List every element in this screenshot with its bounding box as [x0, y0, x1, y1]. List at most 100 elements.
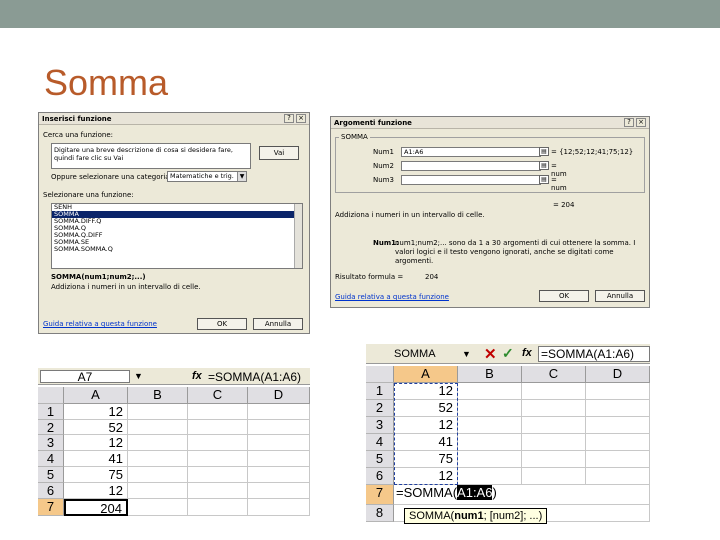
row-header[interactable]: 4 [366, 434, 394, 451]
cell[interactable] [128, 404, 188, 420]
cell[interactable] [188, 499, 248, 516]
cell[interactable] [458, 417, 522, 434]
cell[interactable] [128, 435, 188, 451]
cell[interactable] [458, 468, 522, 485]
cell[interactable] [458, 434, 522, 451]
row-header[interactable]: 3 [366, 417, 394, 434]
cell[interactable] [248, 435, 310, 451]
cell[interactable]: 12 [64, 483, 128, 499]
cell[interactable] [458, 383, 522, 400]
function-list[interactable]: SENH SOMMA SOMMA.DIFF.Q SOMMA.Q SOMMA.Q.… [51, 203, 303, 269]
ok-button[interactable]: OK [539, 290, 589, 302]
cell[interactable]: 12 [394, 383, 458, 400]
column-header[interactable]: A [394, 366, 458, 383]
help-link[interactable]: Guida relativa a questa funzione [335, 293, 449, 301]
cell[interactable]: 12 [64, 435, 128, 451]
cell[interactable] [586, 400, 650, 417]
close-icon[interactable]: × [636, 118, 646, 127]
cell[interactable]: 41 [64, 451, 128, 467]
cell[interactable] [586, 434, 650, 451]
cell[interactable] [522, 400, 586, 417]
column-header[interactable]: C [188, 387, 248, 404]
cell[interactable] [188, 483, 248, 499]
active-cell[interactable]: 204 [64, 499, 128, 516]
cell[interactable]: 12 [394, 468, 458, 485]
cell[interactable] [586, 451, 650, 468]
cancel-icon[interactable]: ✕ [484, 345, 497, 363]
cell[interactable] [522, 434, 586, 451]
list-item[interactable]: SOMMA.Q.DIFF [52, 232, 302, 239]
cell[interactable]: 12 [394, 417, 458, 434]
cell[interactable] [128, 451, 188, 467]
cell[interactable] [522, 451, 586, 468]
column-header[interactable]: B [128, 387, 188, 404]
row-header[interactable]: 6 [366, 468, 394, 485]
cell[interactable] [128, 499, 188, 516]
cell[interactable] [248, 499, 310, 516]
list-item[interactable]: SOMMA.SOMMA.Q [52, 246, 302, 253]
row-header[interactable]: 2 [38, 420, 64, 435]
cell[interactable] [188, 435, 248, 451]
cell[interactable]: 52 [394, 400, 458, 417]
cell[interactable]: 75 [394, 451, 458, 468]
cell[interactable] [248, 467, 310, 483]
cancel-button[interactable]: Annulla [595, 290, 645, 302]
num2-input[interactable] [401, 161, 541, 171]
cell[interactable] [586, 468, 650, 485]
editing-cell[interactable]: =SOMMA(A1:A6) [394, 485, 650, 505]
cell[interactable] [458, 451, 522, 468]
cell[interactable] [586, 417, 650, 434]
name-box[interactable]: SOMMA [394, 348, 436, 360]
name-box[interactable]: A7 [40, 370, 130, 383]
chevron-down-icon[interactable]: ▼ [237, 172, 246, 181]
cell[interactable] [522, 383, 586, 400]
cell[interactable] [188, 451, 248, 467]
select-all-corner[interactable] [38, 387, 64, 404]
num3-input[interactable] [401, 175, 541, 185]
list-item[interactable]: SOMMA.DIFF.Q [52, 218, 302, 225]
cell[interactable] [522, 468, 586, 485]
row-header[interactable]: 2 [366, 400, 394, 417]
cell[interactable]: 41 [394, 434, 458, 451]
category-select[interactable]: Matematiche e trig. ▼ [167, 171, 247, 182]
row-header[interactable]: 1 [366, 383, 394, 400]
chevron-down-icon[interactable]: ▼ [462, 349, 471, 359]
cell[interactable] [248, 483, 310, 499]
ok-button[interactable]: OK [197, 318, 247, 330]
cell[interactable] [128, 483, 188, 499]
row-header-active[interactable]: 7 [38, 499, 64, 516]
collapse-dialog-icon[interactable]: ▤ [539, 161, 549, 170]
fx-icon[interactable]: fx [522, 347, 532, 359]
num1-input[interactable]: A1:A6 [401, 147, 541, 157]
cell[interactable] [188, 420, 248, 435]
column-header[interactable]: B [458, 366, 522, 383]
row-header[interactable]: 5 [38, 467, 64, 483]
column-header[interactable]: D [586, 366, 650, 383]
close-icon[interactable]: × [296, 114, 306, 123]
cell[interactable] [586, 383, 650, 400]
list-item[interactable]: SENH [52, 204, 302, 211]
cell[interactable]: 12 [64, 404, 128, 420]
cell[interactable] [248, 451, 310, 467]
cell[interactable] [248, 404, 310, 420]
cell[interactable] [188, 467, 248, 483]
cell[interactable]: 52 [64, 420, 128, 435]
help-link[interactable]: Guida relativa a questa funzione [43, 320, 157, 328]
go-button[interactable]: Vai [259, 146, 299, 160]
cell[interactable] [458, 400, 522, 417]
row-header-active[interactable]: 7 [366, 485, 394, 505]
column-header[interactable]: C [522, 366, 586, 383]
collapse-dialog-icon[interactable]: ▤ [539, 147, 549, 156]
row-header[interactable]: 1 [38, 404, 64, 420]
list-scrollbar[interactable] [294, 204, 302, 268]
help-icon[interactable]: ? [284, 114, 294, 123]
search-input[interactable]: Digitare una breve descrizione di cosa s… [51, 143, 251, 169]
collapse-dialog-icon[interactable]: ▤ [539, 175, 549, 184]
cell[interactable] [248, 420, 310, 435]
column-header[interactable]: D [248, 387, 310, 404]
fx-icon[interactable]: fx [192, 370, 202, 382]
row-header[interactable]: 6 [38, 483, 64, 499]
select-all-corner[interactable] [366, 366, 394, 383]
cell[interactable] [188, 404, 248, 420]
cell[interactable] [128, 467, 188, 483]
